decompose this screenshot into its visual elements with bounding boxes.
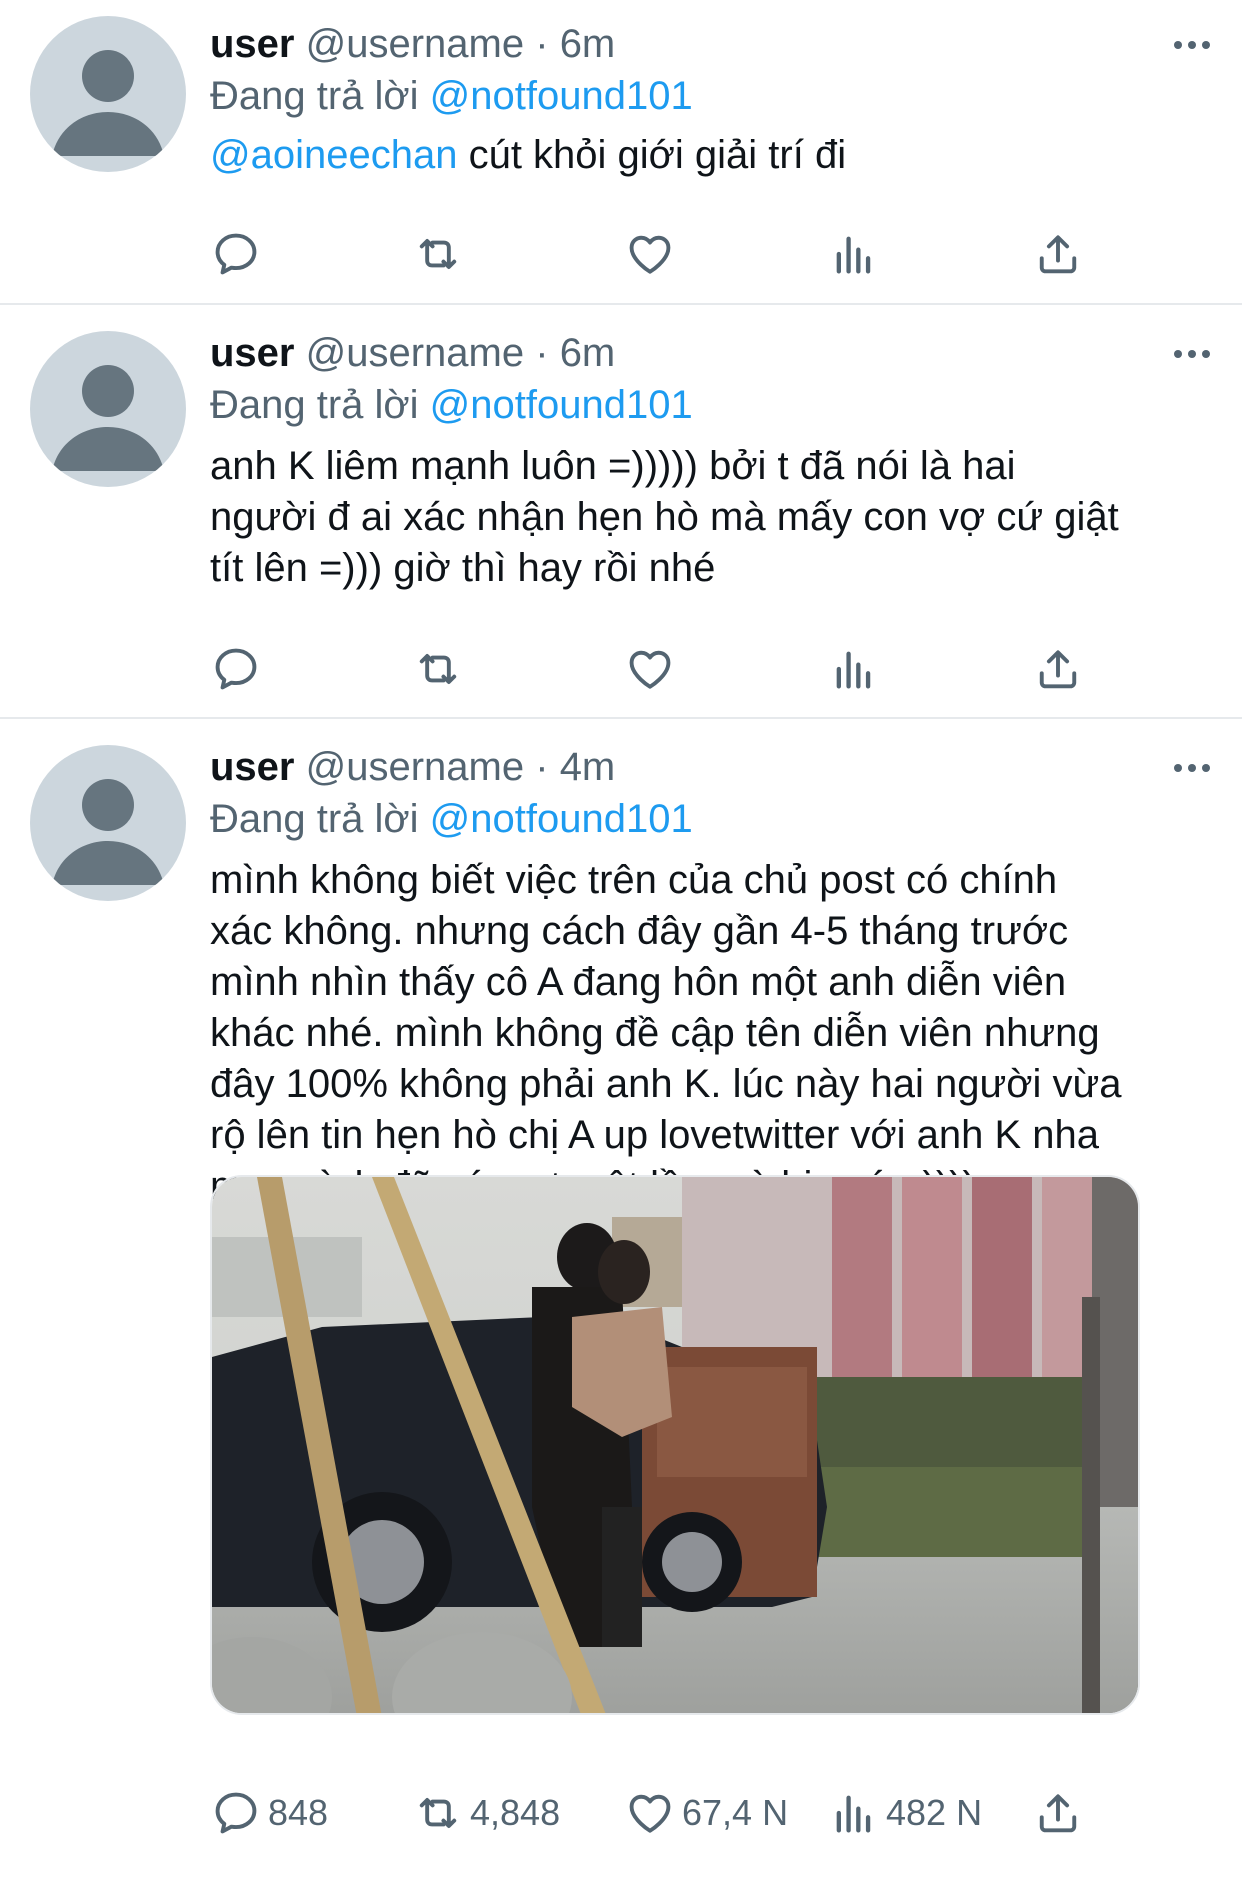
views-icon <box>828 1787 880 1839</box>
tweet-text: anh K liêm mạnh luôn =))))) bởi t đã nói… <box>210 441 1202 594</box>
action-bar <box>210 224 1110 284</box>
separator-dot: · <box>535 745 549 789</box>
reply-to-mention[interactable]: @notfound101 <box>430 383 693 427</box>
text-line: tít lên =))) giờ thì hay rồi nhé <box>210 546 716 590</box>
tweet[interactable]: user @username · 4m Đang trả lời @notfou… <box>0 719 1242 1891</box>
reply-context: Đang trả lời @notfound101 <box>210 379 1202 431</box>
separator-dot: · <box>535 22 549 66</box>
attached-photo[interactable] <box>210 1175 1140 1715</box>
retweet-icon <box>412 643 464 695</box>
default-avatar-icon <box>52 779 164 885</box>
reply-prefix: Đang trả lời <box>210 383 419 427</box>
text-line: rộ lên tin hẹn hò chị A up lovetwitter v… <box>210 1113 1100 1157</box>
username-handle[interactable]: @username <box>306 745 524 789</box>
timestamp[interactable]: 4m <box>560 745 616 789</box>
tweet[interactable]: user @username · 6m Đang trả lời @notfou… <box>0 0 1242 305</box>
like-count: 67,4 N <box>682 1792 789 1833</box>
default-avatar-icon <box>52 365 164 471</box>
text-line: đây 100% không phải anh K. lúc này hai n… <box>210 1062 1122 1106</box>
like-icon <box>624 1787 676 1839</box>
tweet-header: user @username · 6m <box>210 329 1202 377</box>
retweet-button[interactable] <box>412 639 464 699</box>
reply-icon <box>210 1787 262 1839</box>
share-button[interactable] <box>1032 639 1084 699</box>
text-line: mình không biết việc trên của chủ post c… <box>210 858 1058 902</box>
text-line: khác nhé. mình không đề cập tên diễn viê… <box>210 1011 1100 1055</box>
tweet-text: mình không biết việc trên của chủ post c… <box>210 855 1202 1212</box>
text-line: mình nhìn thấy cô A đang hôn một anh diễ… <box>210 960 1067 1004</box>
share-button[interactable] <box>1032 1783 1084 1843</box>
views-button[interactable]: 482 N <box>828 1783 982 1843</box>
action-bar <box>210 639 1110 699</box>
reply-icon <box>210 228 262 280</box>
views-icon <box>828 643 880 695</box>
more-options-icon[interactable] <box>1162 30 1222 60</box>
avatar[interactable] <box>30 745 186 901</box>
reply-to-mention[interactable]: @notfound101 <box>430 797 693 841</box>
body-mention[interactable]: @aoineechan <box>210 133 457 177</box>
retweet-icon <box>412 228 464 280</box>
share-icon <box>1032 643 1084 695</box>
timestamp[interactable]: 6m <box>560 331 616 375</box>
more-options-icon[interactable] <box>1162 339 1222 369</box>
reply-prefix: Đang trả lời <box>210 74 419 118</box>
retweet-button[interactable] <box>412 224 464 284</box>
like-button[interactable]: 67,4 N <box>624 1783 788 1843</box>
retweet-count: 4,848 <box>470 1792 561 1833</box>
avatar[interactable] <box>30 331 186 487</box>
reply-button[interactable] <box>210 224 262 284</box>
like-icon <box>624 228 676 280</box>
photo-image <box>212 1177 1138 1713</box>
tweet-header: user @username · 4m <box>210 743 1202 791</box>
avatar[interactable] <box>30 16 186 172</box>
reply-context: Đang trả lời @notfound101 <box>210 70 1202 122</box>
reply-prefix: Đang trả lời <box>210 797 419 841</box>
text-line: người đ ai xác nhận hẹn hò mà mấy con vợ… <box>210 495 1119 539</box>
username-handle[interactable]: @username <box>306 22 524 66</box>
like-button[interactable] <box>624 639 676 699</box>
text-line: anh K liêm mạnh luôn =))))) bởi t đã nói… <box>210 444 1016 488</box>
reply-button[interactable]: 848 <box>210 1783 328 1843</box>
separator-dot: · <box>535 331 549 375</box>
text-line: xác không. nhưng cách đây gần 4-5 tháng … <box>210 909 1069 953</box>
default-avatar-icon <box>52 50 164 156</box>
share-icon <box>1032 228 1084 280</box>
reply-button[interactable] <box>210 639 262 699</box>
reply-to-mention[interactable]: @notfound101 <box>430 74 693 118</box>
display-name[interactable]: user <box>210 745 295 789</box>
share-icon <box>1032 1787 1084 1839</box>
views-icon <box>828 228 880 280</box>
reply-context: Đang trả lời @notfound101 <box>210 793 1202 845</box>
tweet[interactable]: user @username · 6m Đang trả lời @notfou… <box>0 305 1242 719</box>
like-icon <box>624 643 676 695</box>
action-bar: 848 4,848 67,4 N 482 N <box>210 1783 1110 1843</box>
username-handle[interactable]: @username <box>306 331 524 375</box>
timestamp[interactable]: 6m <box>560 22 616 66</box>
share-button[interactable] <box>1032 224 1084 284</box>
retweet-icon <box>412 1787 464 1839</box>
display-name[interactable]: user <box>210 22 295 66</box>
display-name[interactable]: user <box>210 331 295 375</box>
views-button[interactable] <box>828 639 880 699</box>
retweet-button[interactable]: 4,848 <box>412 1783 560 1843</box>
body-text-part: cút khỏi giới giải trí đi <box>457 133 847 177</box>
reply-count: 848 <box>268 1792 329 1833</box>
views-button[interactable] <box>828 224 880 284</box>
like-button[interactable] <box>624 224 676 284</box>
more-options-icon[interactable] <box>1162 753 1222 783</box>
views-count: 482 N <box>886 1792 983 1833</box>
reply-icon <box>210 643 262 695</box>
tweet-header: user @username · 6m <box>210 20 1202 68</box>
tweet-text: @aoineechan cút khỏi giới giải trí đi <box>210 130 1202 181</box>
